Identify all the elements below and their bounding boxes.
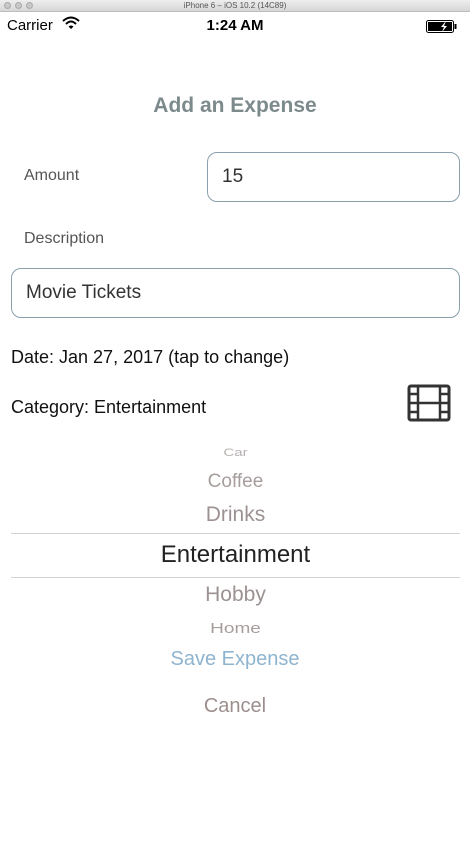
- picker-item-entertainment[interactable]: Entertainment: [11, 541, 460, 569]
- picker-bottom-divider: [11, 577, 460, 578]
- battery-icon: [426, 20, 460, 38]
- description-value: Movie Tickets: [26, 282, 142, 303]
- amount-label: Amount: [24, 167, 80, 184]
- simulator-title-bar: iPhone 6 – iOS 10.2 (14C89): [0, 0, 470, 12]
- picker-top-divider: [11, 533, 460, 534]
- save-expense-button[interactable]: Save Expense: [0, 648, 470, 671]
- category-label: Category: Entertainment: [11, 397, 207, 417]
- date-selector[interactable]: Date: Jan 27, 2017 (tap to change): [11, 347, 289, 368]
- picker-item-drinks[interactable]: Drinks: [11, 503, 460, 527]
- page-title: Add an Expense: [153, 94, 317, 117]
- picker-item-home[interactable]: Home: [11, 620, 460, 636]
- amount-value: 15: [222, 166, 244, 187]
- film-icon: [407, 384, 451, 427]
- description-label: Description: [24, 230, 105, 247]
- status-time: 1:24 AM: [206, 17, 264, 34]
- status-bar: Carrier 1:24 AM: [0, 12, 470, 40]
- picker-item-car[interactable]: Car: [11, 446, 460, 459]
- simulator-title: iPhone 6 – iOS 10.2 (14C89): [183, 1, 287, 10]
- cancel-button[interactable]: Cancel: [0, 695, 470, 718]
- picker-item-hobby[interactable]: Hobby: [11, 583, 460, 607]
- picker-item-coffee[interactable]: Coffee: [11, 471, 460, 493]
- amount-field[interactable]: 15: [207, 152, 460, 202]
- description-field[interactable]: Movie Tickets: [11, 268, 460, 318]
- category-picker[interactable]: Car Coffee Drinks Entertainment Hobby Ho…: [11, 436, 460, 636]
